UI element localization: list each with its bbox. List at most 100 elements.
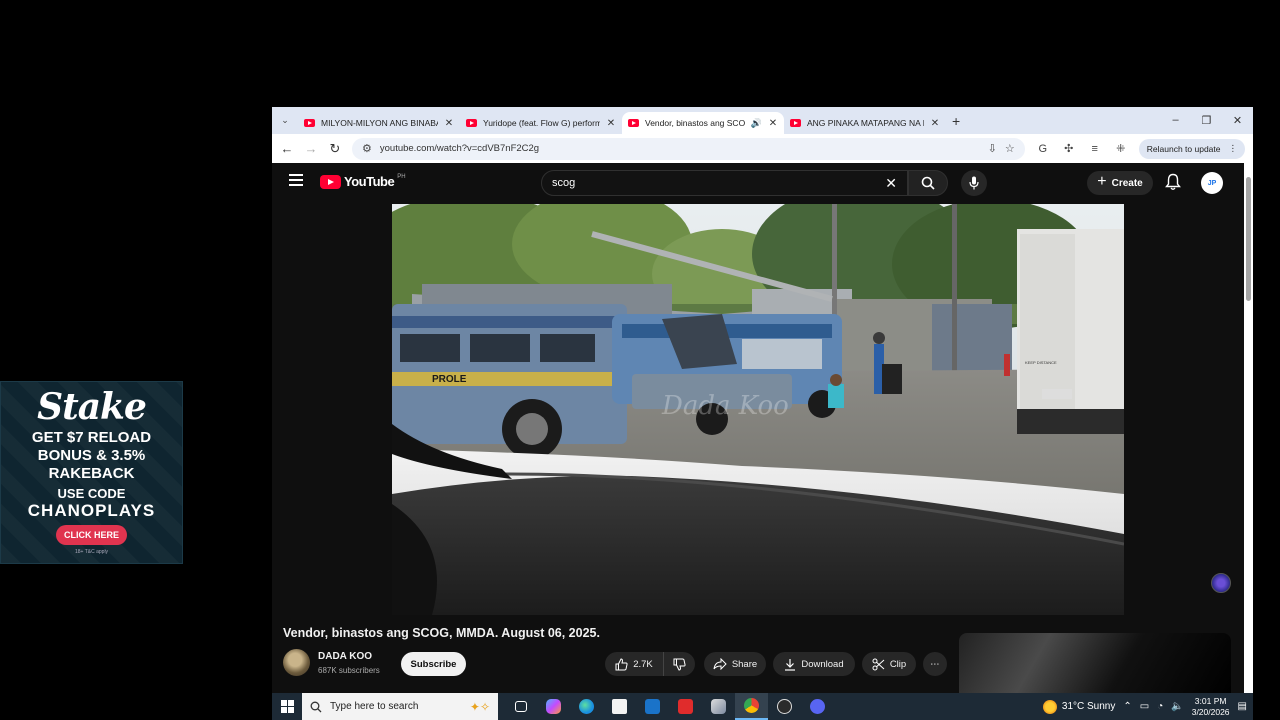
youtube-play-icon (320, 174, 341, 189)
wifi-icon[interactable]: ◔ (1157, 701, 1163, 712)
channel-avatar[interactable] (283, 649, 310, 676)
floating-extension-icon[interactable] (1211, 573, 1231, 593)
tray-chevron-up-icon[interactable]: ⌃ (1123, 701, 1131, 712)
notifications-bell-icon[interactable] (1165, 173, 1181, 191)
network-icon[interactable]: ▭ (1140, 701, 1149, 712)
back-arrow-icon[interactable]: ← (280, 141, 294, 156)
new-tab-plus-icon[interactable]: + (952, 113, 968, 129)
country-code: PH (397, 174, 406, 180)
taskbar-search-box[interactable]: Type here to search ✦✧ (302, 693, 498, 720)
youtube-wordmark: YouTube (344, 174, 395, 189)
youtube-favicon-icon (304, 119, 315, 127)
like-button[interactable]: 2.7K (605, 652, 663, 676)
tab-1[interactable]: MILYON-MILYON ANG BINABAYAD ✕ (298, 112, 460, 134)
truck-rear-text: KEEP DISTANCE (1025, 360, 1057, 365)
create-button[interactable]: + Create (1087, 171, 1153, 195)
task-view-icon[interactable] (504, 693, 537, 720)
microsoft-store-icon[interactable] (603, 693, 636, 720)
relaunch-button[interactable]: Relaunch to update ⋮ (1138, 138, 1245, 159)
windows-taskbar: Type here to search ✦✧ 31°C Sunny ⌃ ▭ ◔ … (272, 693, 1253, 720)
related-video-thumbnail[interactable] (959, 633, 1231, 693)
stake-ad[interactable]: Stake GET $7 RELOAD BONUS & 3.5% RAKEBAC… (0, 381, 183, 564)
dislike-button[interactable] (663, 652, 695, 676)
edge-browser-icon[interactable] (570, 693, 603, 720)
system-tray: 31°C Sunny ⌃ ▭ ◔ 🔈 3:01 PM 3/20/2026 ▤ (1042, 696, 1253, 718)
volume-icon[interactable]: 🔈 (1171, 701, 1183, 712)
scrollbar-thumb[interactable] (1246, 177, 1251, 301)
reload-icon[interactable]: ↻ (328, 141, 342, 157)
clip-button[interactable]: Clip (862, 652, 916, 676)
taskbar-search-placeholder[interactable]: Type here to search (330, 701, 462, 712)
taskbar-clock[interactable]: 3:01 PM 3/20/2026 (1192, 696, 1230, 718)
tab-close-icon[interactable]: ✕ (768, 118, 778, 129)
subscriber-count: 687K subscribers (318, 666, 380, 675)
search-button[interactable] (908, 170, 948, 196)
tab-title: Yuridope (feat. Flow G) performa (483, 118, 600, 128)
search-input[interactable]: scog ✕ (541, 170, 908, 196)
desktop: Stake GET $7 RELOAD BONUS & 3.5% RAKEBAC… (0, 0, 1280, 720)
share-button[interactable]: Share (704, 652, 766, 676)
window-close-icon[interactable]: ✕ (1222, 114, 1253, 127)
tab-search-chevron-icon[interactable]: ⌄ (272, 107, 298, 134)
tab-close-icon[interactable]: ✕ (606, 118, 616, 129)
more-actions-icon[interactable]: ⋯ (923, 652, 947, 676)
search-icon (921, 176, 935, 190)
kebab-menu-icon[interactable]: ⋮ (1229, 143, 1238, 154)
account-avatar[interactable]: JP (1201, 172, 1223, 194)
like-count: 2.7K (633, 658, 653, 670)
url-text[interactable]: youtube.com/watch?v=cdVB7nF2C2g (380, 143, 980, 154)
hamburger-menu-icon[interactable] (289, 174, 303, 186)
ad-line-1: GET $7 RELOAD (31, 429, 152, 446)
wps-office-icon[interactable] (669, 693, 702, 720)
install-app-icon[interactable]: ⇩ (988, 142, 997, 155)
restore-icon[interactable]: ❐ (1191, 114, 1222, 127)
weather-text: 31°C Sunny (1061, 701, 1116, 712)
audio-playing-icon[interactable]: 🔊 (751, 118, 762, 129)
ad-promo-code: CHANOPLAYS (27, 501, 156, 520)
weather-widget[interactable]: 31°C Sunny (1042, 699, 1116, 714)
subscribe-button[interactable]: Subscribe (401, 652, 466, 676)
chrome-taskbar-icon[interactable] (735, 693, 768, 720)
channel-name[interactable]: DADA KOO (318, 651, 372, 662)
clip-label: Clip (889, 658, 907, 670)
search-query[interactable]: scog (552, 177, 885, 189)
youtube-logo[interactable]: YouTube PH (320, 174, 406, 189)
ad-cta-button[interactable]: CLICK HERE (55, 525, 127, 545)
mail-icon[interactable] (636, 693, 669, 720)
ad-logo: Stake (37, 386, 147, 428)
windows-start-icon[interactable] (272, 693, 302, 720)
obs-recorder-icon[interactable] (768, 693, 801, 720)
page-scrollbar[interactable] (1244, 163, 1253, 693)
site-info-icon[interactable]: ⚙ (362, 142, 372, 155)
video-frame: PROLE KEEP DISTANCE Dada Koo (392, 204, 1124, 615)
extension-g-icon[interactable]: G (1035, 143, 1051, 155)
tab-strip: ⌄ MILYON-MILYON ANG BINABAYAD ✕ Yuridope… (272, 107, 1253, 134)
tab-close-icon[interactable]: ✕ (930, 118, 940, 129)
tab-3-active[interactable]: Vendor, binastos ang SCOG, MM 🔊 ✕ (622, 112, 784, 134)
profile-ext-icon[interactable]: ⁜ (1113, 142, 1129, 155)
bookmark-star-icon[interactable]: ☆ (1005, 142, 1015, 155)
notifications-icon[interactable]: ▤ (1238, 701, 1247, 712)
download-label: Download (801, 658, 844, 670)
voice-search-button[interactable] (961, 170, 987, 196)
tab-title: MILYON-MILYON ANG BINABAYAD (321, 118, 438, 128)
tab-4[interactable]: ANG PINAKA MATAPANG NA BE ✕ (784, 112, 946, 134)
minimize-icon[interactable]: – (1160, 114, 1191, 127)
address-bar[interactable]: ⚙ youtube.com/watch?v=cdVB7nF2C2g ⇩ ☆ (352, 137, 1025, 160)
extensions-puzzle-icon[interactable]: ✣ (1061, 142, 1077, 155)
reading-list-icon[interactable]: ≡ (1087, 143, 1103, 155)
copilot-icon[interactable] (537, 693, 570, 720)
media-app-icon[interactable] (702, 693, 735, 720)
clear-search-icon[interactable]: ✕ (885, 175, 897, 192)
download-button[interactable]: Download (773, 652, 855, 676)
discord-app-icon[interactable] (801, 693, 834, 720)
download-icon (785, 658, 796, 671)
clock-time: 3:01 PM (1194, 695, 1227, 706)
tab-close-icon[interactable]: ✕ (444, 118, 454, 129)
forward-arrow-icon[interactable]: → (304, 141, 318, 156)
youtube-favicon-icon (466, 119, 477, 127)
tab-2[interactable]: Yuridope (feat. Flow G) performa ✕ (460, 112, 622, 134)
thumbs-down-icon (673, 658, 686, 671)
video-player[interactable]: PROLE KEEP DISTANCE Dada Koo (392, 204, 1124, 615)
sunny-weather-icon (1042, 699, 1057, 714)
